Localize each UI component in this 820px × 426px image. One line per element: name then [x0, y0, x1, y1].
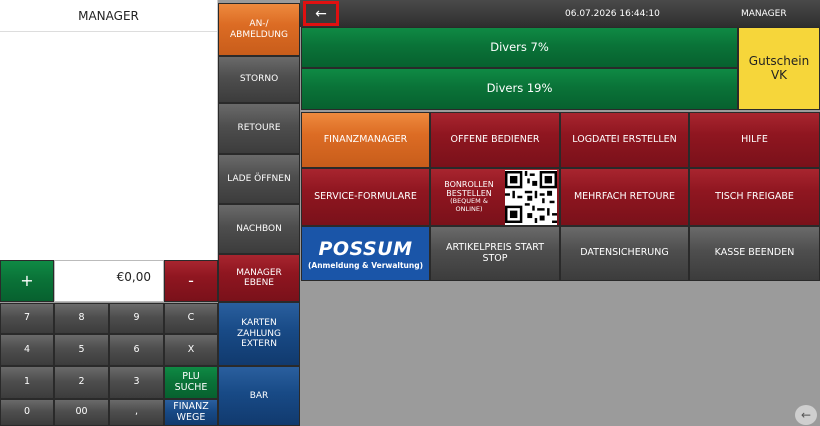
key-00[interactable]: 00 — [54, 399, 109, 426]
key-5[interactable]: 5 — [54, 334, 109, 366]
data-backup-button[interactable]: DATENSICHERUNG — [560, 226, 689, 281]
finanz-wege-button[interactable]: FINANZ WEGE — [164, 399, 218, 426]
order-receipt-rolls-button[interactable]: BONROLLEN BESTELLEN (BEQUEM & ONLINE) — [430, 168, 560, 226]
receipt-title: MANAGER — [0, 0, 217, 32]
plu-search-button[interactable]: PLU SUCHE — [164, 366, 218, 399]
service-forms-button[interactable]: SERVICE-FORMULARE — [301, 168, 430, 226]
storno-button[interactable]: STORNO — [218, 56, 300, 103]
key-7[interactable]: 7 — [0, 303, 54, 334]
current-user-label: MANAGER — [741, 9, 787, 19]
login-logout-button[interactable]: AN-/ ABMELDUNG — [218, 3, 300, 56]
card-payment-button[interactable]: KARTEN ZAHLUNG EXTERN — [218, 302, 300, 366]
multiple-return-button[interactable]: MEHRFACH RETOURE — [560, 168, 689, 226]
nachbon-button[interactable]: NACHBON — [218, 204, 300, 254]
arrow-left-icon: ← — [800, 408, 812, 422]
article-price-start-stop-button[interactable]: ARTIKELPREIS START STOP — [430, 226, 560, 281]
manager-level-button[interactable]: MANAGER EBENE — [218, 254, 300, 302]
receipt-rolls-sub: (BEQUEM & ONLINE) — [450, 197, 488, 213]
key-8[interactable]: 8 — [54, 303, 109, 334]
datetime-label: 06.07.2026 16:44:10 — [565, 9, 660, 19]
cash-button[interactable]: BAR — [218, 366, 300, 426]
key-6[interactable]: 6 — [109, 334, 164, 366]
back-button[interactable]: ← — [303, 1, 339, 26]
multiply-button[interactable]: X — [164, 334, 218, 366]
clear-button[interactable]: C — [164, 303, 218, 334]
amount-display: €0,00 — [54, 260, 164, 302]
receipt-rolls-label: BONROLLEN BESTELLEN — [444, 179, 494, 198]
key-2[interactable]: 2 — [54, 366, 109, 399]
key-0[interactable]: 0 — [0, 399, 54, 426]
table-release-button[interactable]: TISCH FREIGABE — [689, 168, 820, 226]
arrow-left-icon: ← — [315, 5, 327, 22]
key-9[interactable]: 9 — [109, 303, 164, 334]
possum-subtitle: (Anmeldung & Verwaltung) — [307, 260, 424, 270]
qr-code-icon — [505, 169, 557, 225]
minus-button[interactable]: - — [164, 260, 218, 302]
open-drawer-button[interactable]: LADE ÖFFNEN — [218, 154, 300, 204]
receipt-rolls-text: BONROLLEN BESTELLEN (BEQUEM & ONLINE) — [437, 179, 501, 214]
create-logfile-button[interactable]: LOGDATEI ERSTELLEN — [560, 112, 689, 168]
close-register-button[interactable]: KASSE BEENDEN — [689, 226, 820, 281]
key-4[interactable]: 4 — [0, 334, 54, 366]
open-operators-button[interactable]: OFFENE BEDIENER — [430, 112, 560, 168]
retoure-button[interactable]: RETOURE — [218, 103, 300, 154]
finanzmanager-button[interactable]: FINANZMANAGER — [301, 112, 430, 168]
voucher-sale-button[interactable]: Gutschein VK — [738, 27, 820, 110]
key-1[interactable]: 1 — [0, 366, 54, 399]
back-round-button[interactable]: ← — [795, 405, 817, 425]
key-3[interactable]: 3 — [109, 366, 164, 399]
key-comma[interactable]: , — [109, 399, 164, 426]
pos-screen: MANAGER + €0,00 - 7 8 9 C 4 5 6 X 1 2 3 … — [0, 0, 820, 426]
receipt-panel: MANAGER — [0, 0, 218, 260]
possum-admin-button[interactable]: POSSUM (Anmeldung & Verwaltung) — [301, 226, 430, 281]
help-button[interactable]: HILFE — [689, 112, 820, 168]
divers-7-button[interactable]: Divers 7% — [301, 27, 738, 68]
plus-button[interactable]: + — [0, 260, 54, 302]
possum-logo: POSSUM — [318, 237, 413, 260]
divers-19-button[interactable]: Divers 19% — [301, 68, 738, 110]
